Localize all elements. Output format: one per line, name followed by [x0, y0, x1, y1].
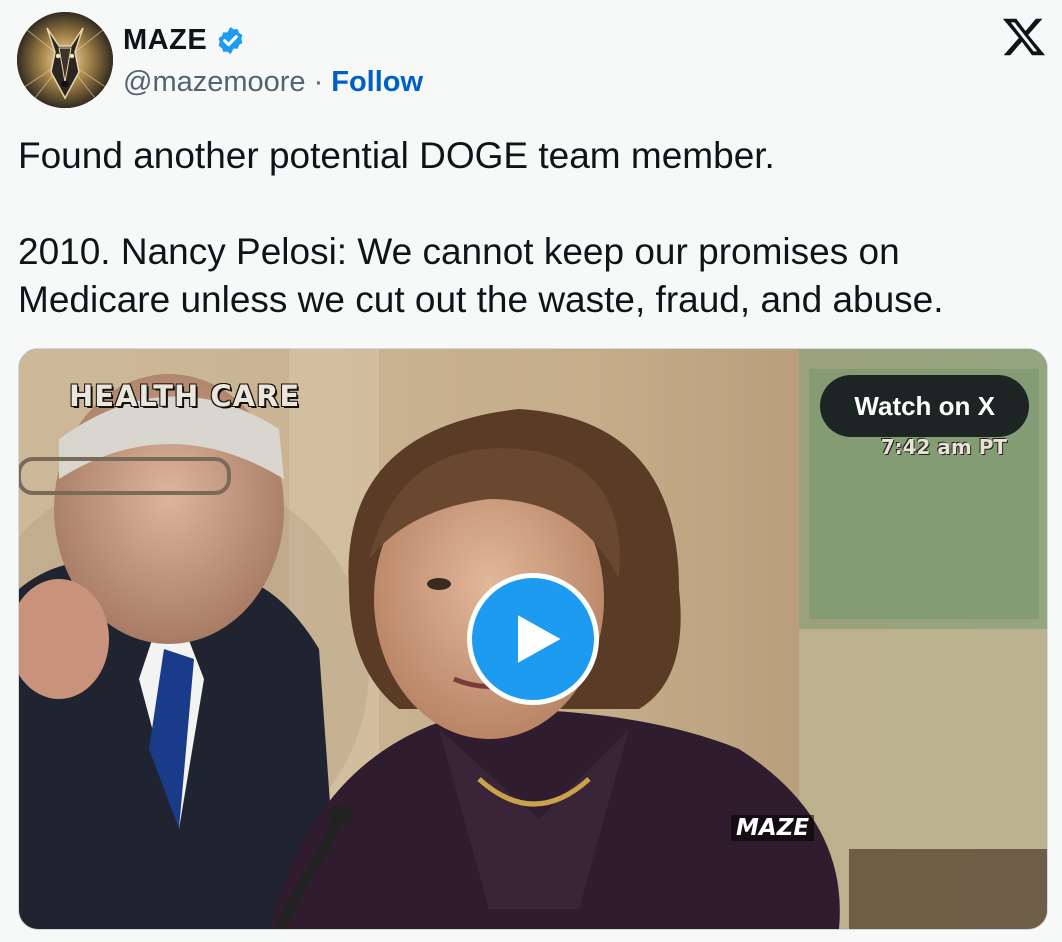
broadcast-timestamp: 7:42 am PT — [880, 435, 1007, 459]
follow-button[interactable]: Follow — [331, 66, 423, 99]
play-icon — [518, 615, 561, 663]
verified-badge-icon — [215, 25, 246, 56]
play-button[interactable] — [467, 573, 599, 705]
tweet-paragraph: Found another potential DOGE team member… — [18, 135, 775, 176]
tweet-header: MAZE @mazemoore · Follow — [17, 12, 1047, 108]
maze-watermark: MAZE — [731, 815, 815, 841]
x-logo-icon[interactable] — [1001, 14, 1047, 60]
separator-dot: · — [313, 66, 324, 98]
author-name-row: MAZE — [123, 22, 246, 58]
author-avatar[interactable] — [17, 12, 113, 108]
tweet-paragraph: 2010. Nancy Pelosi: We cannot keep our p… — [18, 231, 944, 320]
tweet-body: Found another potential DOGE team member… — [18, 132, 1038, 324]
author-display-name[interactable]: MAZE — [123, 24, 207, 57]
author-handle-row: @mazemoore · Follow — [123, 66, 423, 99]
health-care-caption: HEALTH CARE — [69, 379, 301, 413]
doberman-avatar-icon — [17, 12, 113, 108]
video-player[interactable]: HEALTH CARE 7:42 am PT Watch on X MAZE — [18, 348, 1048, 930]
watch-on-x-button[interactable]: Watch on X — [820, 375, 1029, 437]
author-handle[interactable]: @mazemoore — [123, 66, 306, 99]
